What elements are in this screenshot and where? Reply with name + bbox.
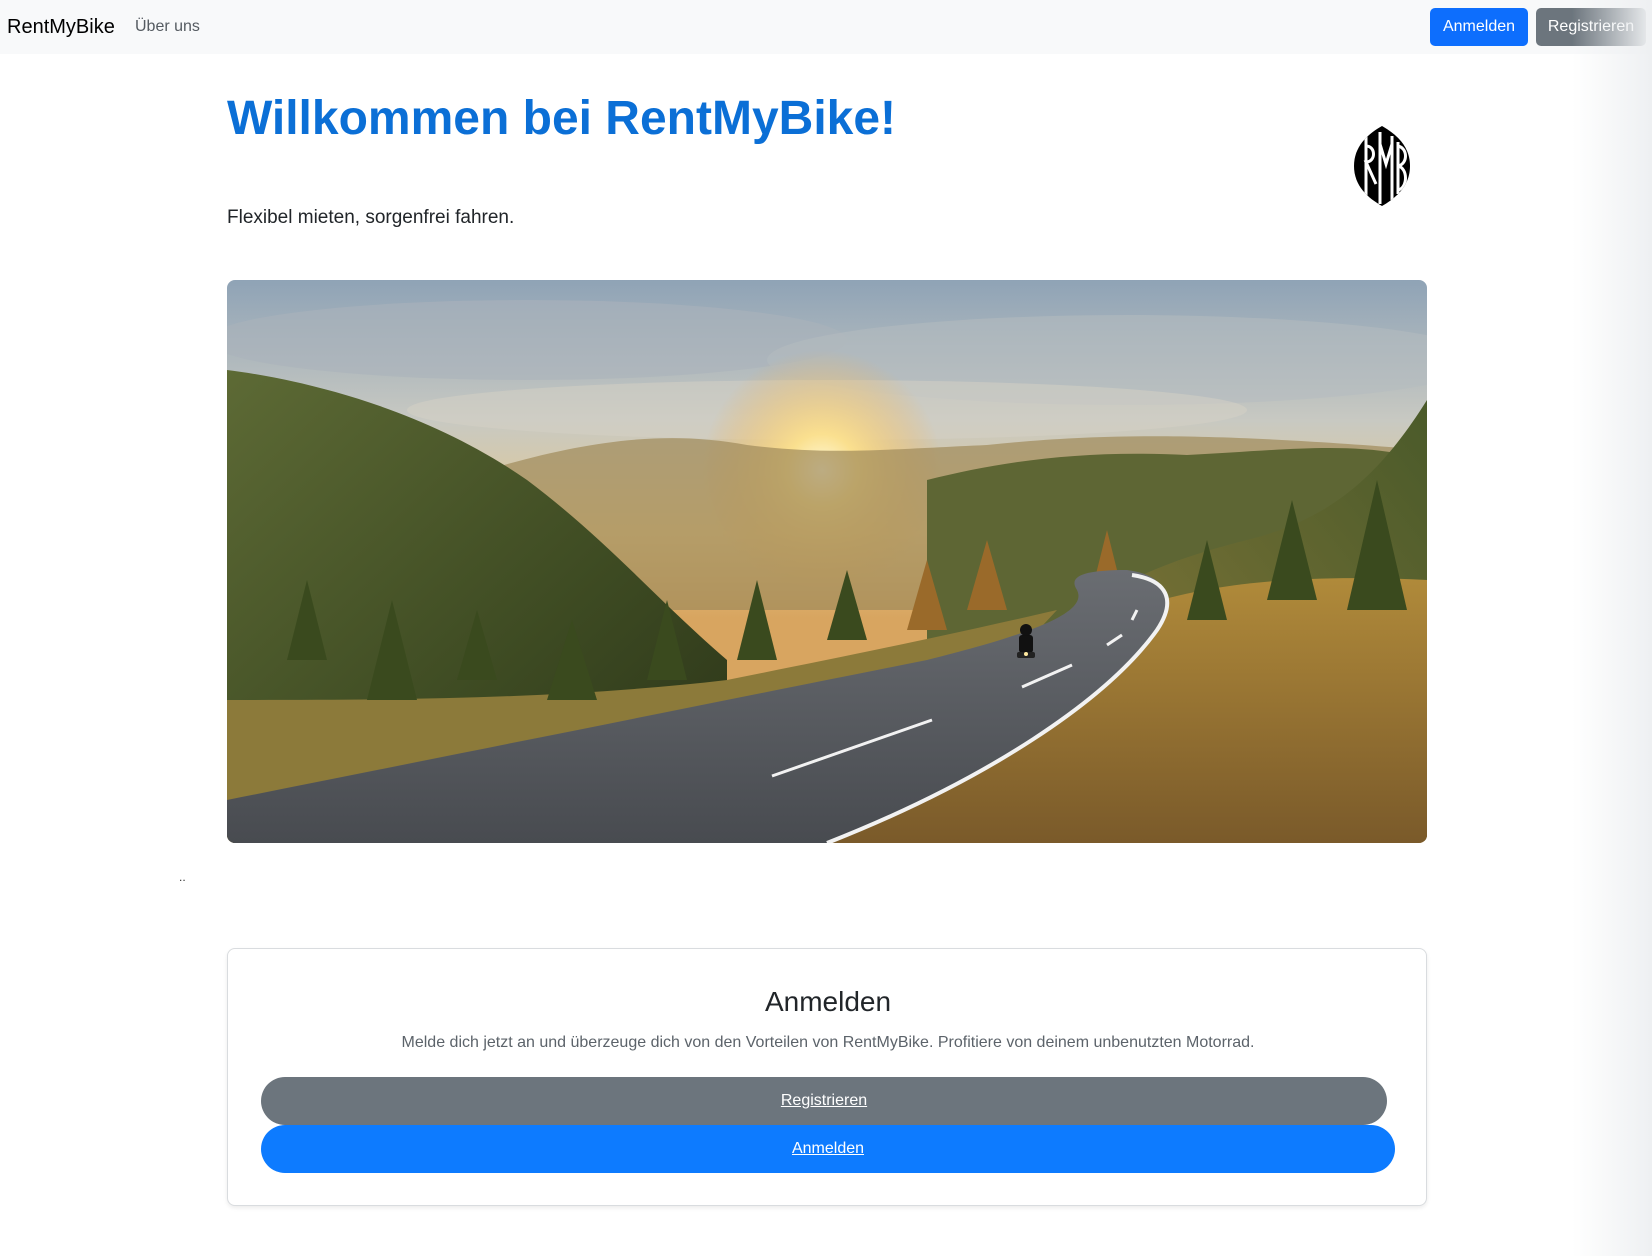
card-login-button[interactable]: Anmelden xyxy=(261,1125,1395,1173)
rmb-logo xyxy=(1346,124,1418,208)
page: RentMyBike Über uns Anmelden Registriere… xyxy=(0,0,1652,1256)
login-card: Anmelden Melde dich jetzt an und überzeu… xyxy=(227,948,1427,1206)
navbar: RentMyBike Über uns Anmelden Registriere… xyxy=(0,0,1652,54)
nav-link-about[interactable]: Über uns xyxy=(135,17,200,37)
hero-image-motorcycle-road xyxy=(227,280,1427,843)
stray-text: .. xyxy=(179,870,186,884)
card-register-button[interactable]: Registrieren xyxy=(261,1077,1387,1125)
hero-subtitle: Flexibel mieten, sorgenfrei fahren. xyxy=(227,207,515,228)
card-text: Melde dich jetzt an und überzeuge dich v… xyxy=(401,1034,1255,1051)
card-title: Anmelden xyxy=(764,986,892,1017)
right-edge-shadow xyxy=(1572,0,1652,1256)
nav-register-button[interactable]: Registrieren xyxy=(1536,8,1646,46)
nav-login-button[interactable]: Anmelden xyxy=(1430,8,1528,46)
brand-link[interactable]: RentMyBike xyxy=(7,14,115,40)
hero-title: Willkommen bei RentMyBike! xyxy=(227,92,897,145)
